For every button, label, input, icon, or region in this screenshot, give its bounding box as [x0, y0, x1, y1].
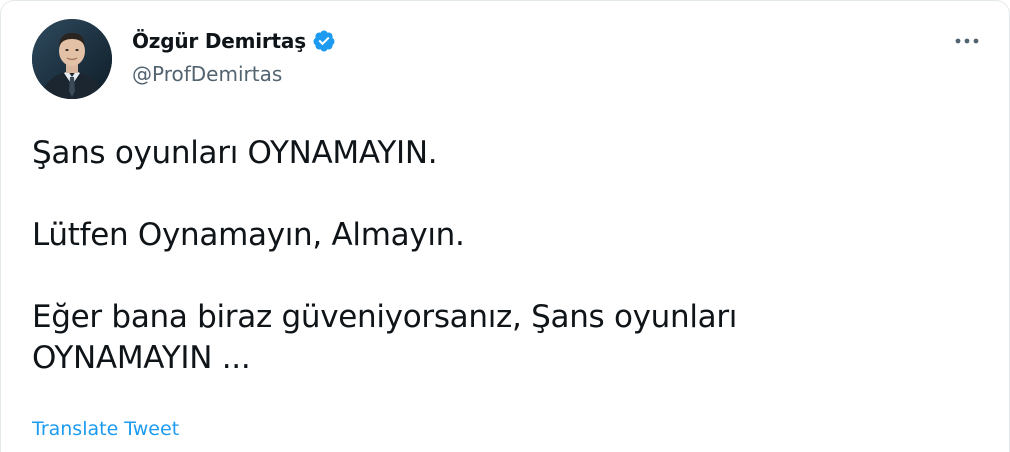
- author-handle[interactable]: @ProfDemirtas: [132, 62, 282, 86]
- tweet-card: Özgür Demirtaş @ProfDemirtas Şans oyunla…: [0, 0, 1010, 452]
- more-options-button[interactable]: [947, 29, 987, 53]
- avatar[interactable]: [32, 19, 112, 99]
- verified-badge-icon: [312, 29, 336, 53]
- author-name-row[interactable]: Özgür Demirtaş: [132, 26, 336, 56]
- tweet-line: Lütfen Oynamayın, Almayın.: [32, 217, 465, 253]
- tweet-line: Eğer bana biraz güveniyorsanız, Şans oyu…: [32, 299, 738, 335]
- tweet-line: Şans oyunları OYNAMAYIN.: [32, 135, 438, 171]
- tweet-text: Şans oyunları OYNAMAYIN. Lütfen Oynamayı…: [32, 133, 912, 379]
- tweet-line: OYNAMAYIN ...: [32, 340, 251, 376]
- display-name[interactable]: Özgür Demirtaş: [132, 29, 306, 53]
- more-horizontal-icon: [955, 38, 979, 44]
- profile-photo-icon: [32, 19, 112, 99]
- translate-tweet-link[interactable]: Translate Tweet: [32, 418, 179, 440]
